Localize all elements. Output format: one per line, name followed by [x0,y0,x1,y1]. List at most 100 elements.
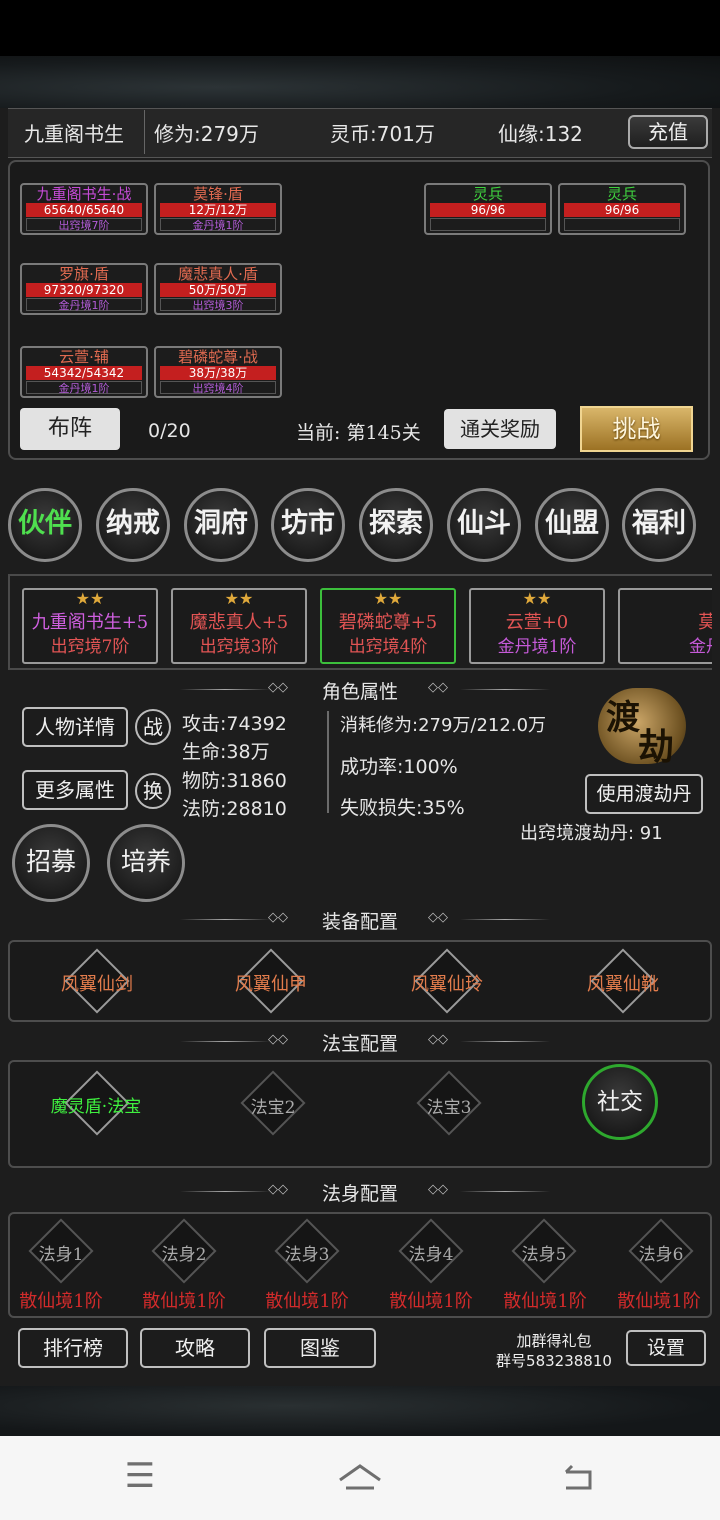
ally-unit-name: 碧磷蛇尊·战 [178,348,258,366]
ally-unit[interactable]: 碧磷蛇尊·战 38万/38万 出窍境4阶 [154,346,282,398]
ally-unit-hp: 54342/54342 [26,366,142,380]
dharma-body-section-title: 法身配置 [321,1183,398,1205]
treasure-slot-label: 法宝2 [250,1098,296,1118]
tribulation-char-1: 渡 [606,698,640,738]
partner-realm: 出窍境3阶 [199,637,279,657]
menu-market[interactable]: 坊市 [271,488,345,562]
dharma-body-realm: 散仙境1阶 [19,1291,103,1312]
star-icon: ★★ [75,589,105,608]
character-detail-button[interactable]: 人物详情 [22,707,128,747]
codex-button[interactable]: 图鉴 [264,1328,376,1368]
menu-alliance[interactable]: 仙盟 [535,488,609,562]
tribulation-emblem-icon[interactable]: 渡 劫 [598,688,686,768]
enemy-unit-name: 灵兵 [606,185,637,203]
enemy-unit[interactable]: 灵兵 96/96 [558,183,686,235]
partner-name: 云萱+0 [505,612,569,633]
recharge-button[interactable]: 充值 [628,115,708,149]
dharma-body-realm: 散仙境1阶 [617,1291,701,1312]
ally-unit-realm: 出窍境4阶 [160,381,276,395]
partner-realm: 出窍境4阶 [348,637,428,657]
partner-card[interactable]: ★★ 魔悲真人+5 出窍境3阶 [171,588,307,664]
ally-unit-realm: 金丹境1阶 [160,218,276,232]
divider-line [180,919,270,920]
dharma-body-label: 法身2 [161,1245,207,1265]
dharma-body-realm: 散仙境1阶 [389,1291,473,1312]
diamond-ornament-icon: ◇◇ [428,1032,448,1047]
menu-ring[interactable]: 纳戒 [96,488,170,562]
partner-name: 魔悲真人+5 [189,612,289,633]
divider-line [460,1191,550,1192]
ranking-button[interactable]: 排行榜 [18,1328,128,1368]
menu-explore[interactable]: 探索 [359,488,433,562]
attack-stat: 攻击:74392 [182,713,287,735]
ally-unit-realm: 金丹境1阶 [26,298,142,312]
home-icon[interactable] [336,1462,384,1496]
menu-icon[interactable]: ☰ [110,1456,170,1496]
enemy-unit-hp: 96/96 [430,203,546,217]
consume-cultivation: 消耗修为:279万/212.0万 [340,715,547,736]
immortal-fate-value: 仙缘:132 [498,122,583,146]
background-art-bottom [0,1386,720,1436]
dharma-body-realm: 散仙境1阶 [142,1291,226,1312]
menu-partner[interactable]: 伙伴 [8,488,82,562]
diamond-ornament-icon: ◇◇ [428,680,448,695]
recruit-button[interactable]: 招募 [12,824,90,902]
divider-line [180,1191,270,1192]
enemy-unit-empty-row [430,218,546,231]
equipment-name: 凤翼仙剑 [61,974,133,995]
ally-unit-name: 九重阁书生·战 [36,185,132,203]
diamond-ornament-icon: ◇◇ [428,1182,448,1197]
enemy-unit[interactable]: 灵兵 96/96 [424,183,552,235]
partner-strip: ★★ 九重阁书生+5 出窍境7阶 ★★ 魔悲真人+5 出窍境3阶 ★★ 碧磷蛇尊… [8,574,712,670]
ally-unit[interactable]: 云萱·辅 54342/54342 金丹境1阶 [20,346,148,398]
treasure-slot-label: 法宝3 [426,1098,472,1118]
enemy-unit-hp: 96/96 [564,203,680,217]
status-bar-area [0,0,720,56]
partner-card[interactable]: ★★ 云萱+0 金丹境1阶 [469,588,605,664]
more-attributes-button[interactable]: 更多属性 [22,770,128,810]
ally-unit[interactable]: 罗旗·盾 97320/97320 金丹境1阶 [20,263,148,315]
social-button[interactable]: 社交 [582,1064,658,1140]
fail-loss: 失败损失:35% [340,797,465,819]
stat-divider [327,711,329,813]
ally-unit[interactable]: 九重阁书生·战 65640/65640 出窍境7阶 [20,183,148,235]
challenge-button[interactable]: 挑战 [580,406,693,452]
formation-button[interactable]: 布阵 [20,408,120,450]
partner-card-selected[interactable]: ★★ 碧磷蛇尊+5 出窍境4阶 [320,588,456,664]
ally-unit[interactable]: 莫锋·盾 12万/12万 金丹境1阶 [154,183,282,235]
guide-button[interactable]: 攻略 [140,1328,250,1368]
partner-card[interactable]: ★★ 莫锋· 金丹境 [618,588,712,664]
group-gift-text: 加群得礼包 [516,1332,592,1350]
menu-arena[interactable]: 仙斗 [447,488,521,562]
top-bar-divider [144,110,145,154]
divider-line [460,1041,550,1042]
menu-welfare[interactable]: 福利 [622,488,696,562]
train-button[interactable]: 培养 [107,824,185,902]
physical-defense-stat: 物防:31860 [182,770,287,792]
back-icon[interactable] [558,1462,598,1496]
ally-unit-hp: 65640/65640 [26,203,142,217]
equipment-name: 凤翼仙玲 [411,974,483,995]
equipment-name: 凤翼仙甲 [235,974,307,995]
ally-unit-realm: 金丹境1阶 [26,381,142,395]
settings-button[interactable]: 设置 [626,1330,706,1366]
player-name: 九重阁书生 [24,122,124,146]
divider-line [460,919,550,920]
current-stage: 当前: 第145关 [296,422,421,444]
use-tribulation-pill-button[interactable]: 使用渡劫丹 [585,774,703,814]
partner-card[interactable]: ★★ 九重阁书生+5 出窍境7阶 [22,588,158,664]
partner-realm: 金丹境1阶 [497,637,577,657]
menu-cave[interactable]: 洞府 [184,488,258,562]
dharma-body-label: 法身3 [284,1245,330,1265]
ally-unit[interactable]: 魔悲真人·盾 50万/50万 出窍境3阶 [154,263,282,315]
battle-badge-icon[interactable]: 战 [135,709,171,745]
stage-reward-button[interactable]: 通关奖励 [444,409,556,449]
ally-unit-name: 云萱·辅 [59,348,109,366]
enemy-unit-name: 灵兵 [472,185,503,203]
tribulation-pill-count: 出窍境渡劫丹: 91 [520,823,663,844]
tribulation-char-2: 劫 [638,726,675,768]
group-number-text: 群号583238810 [496,1352,612,1370]
dharma-body-label: 法身4 [408,1245,454,1265]
divider-line [180,689,270,690]
swap-badge-icon[interactable]: 换 [135,773,171,809]
